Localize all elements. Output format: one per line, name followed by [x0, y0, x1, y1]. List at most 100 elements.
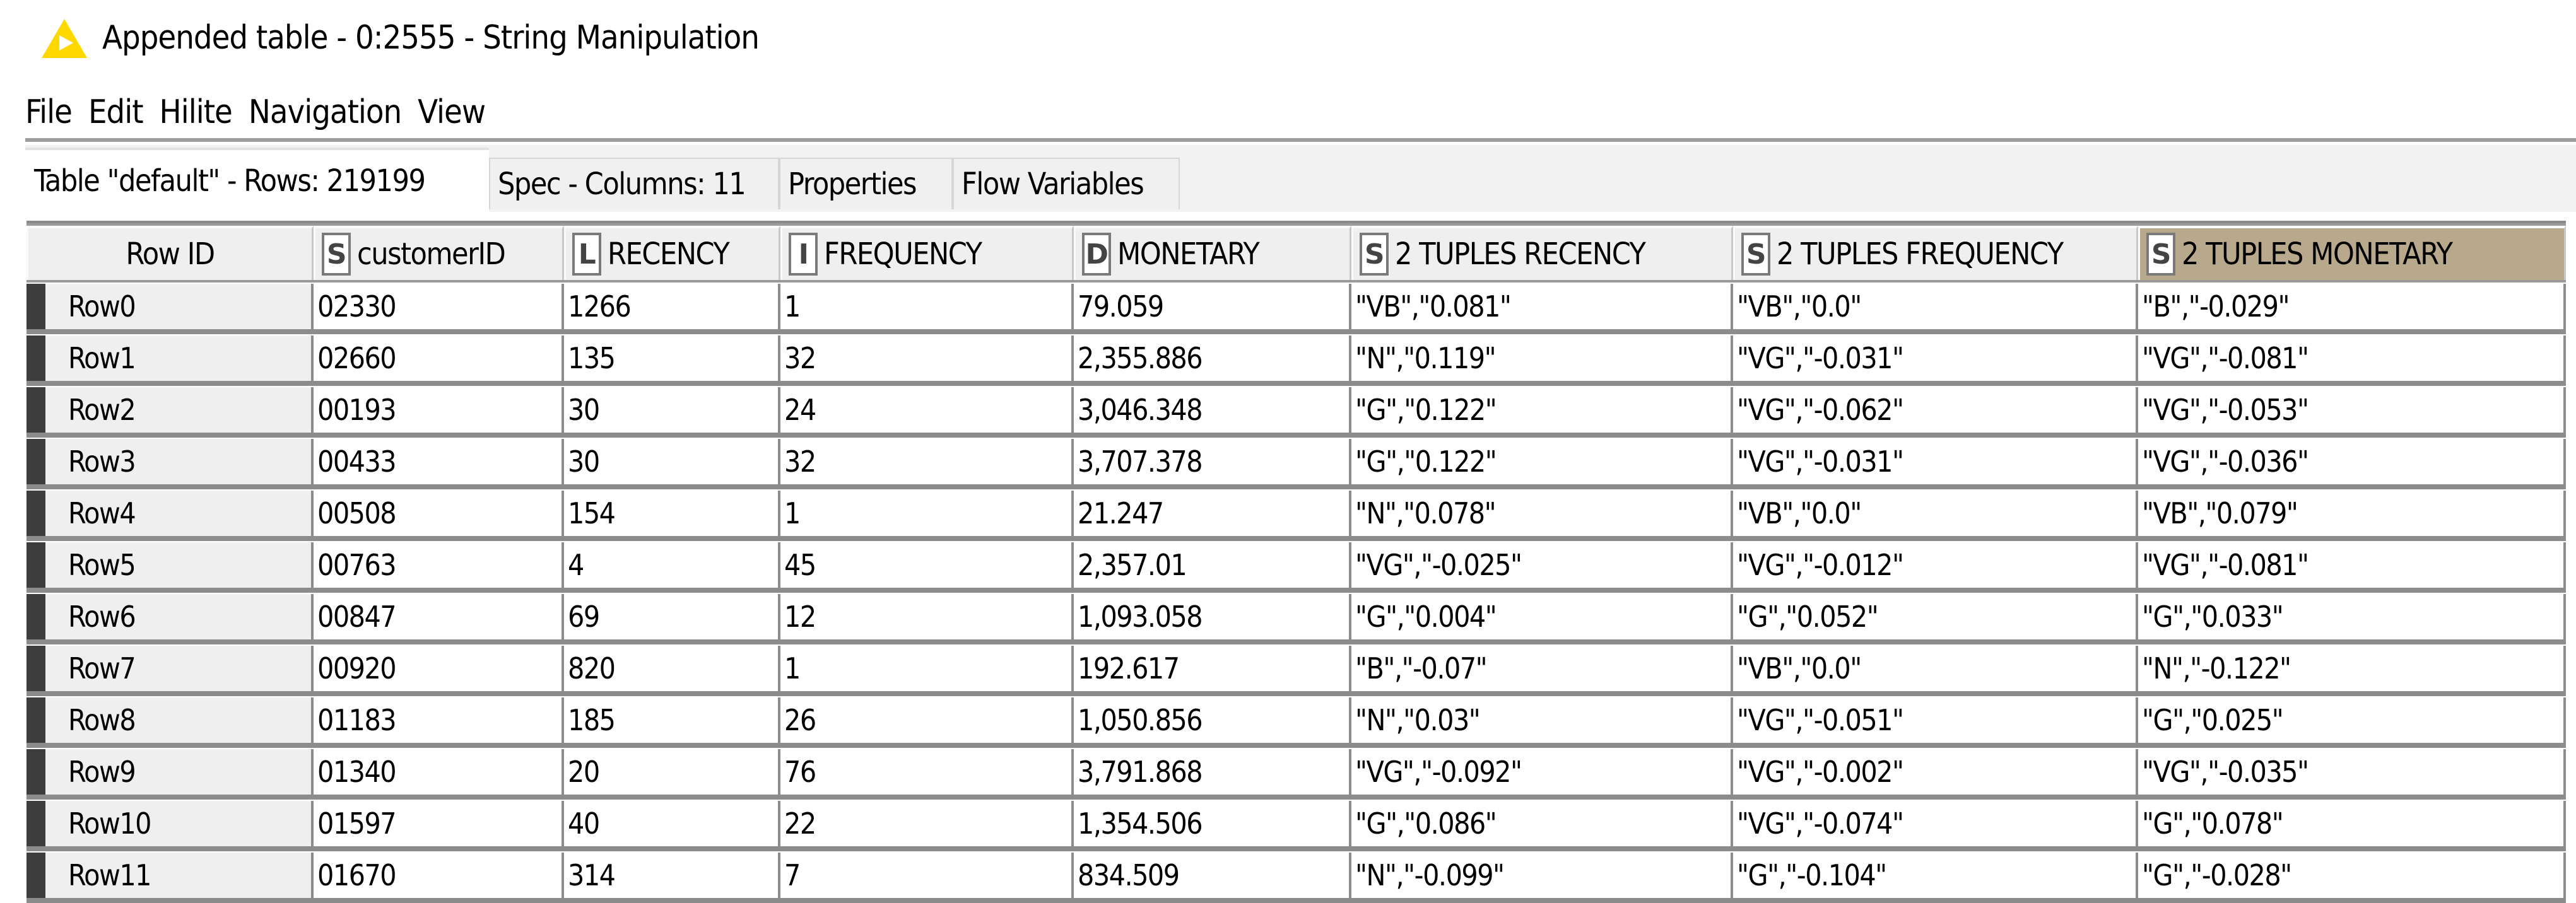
cell-recency[interactable]: 185	[564, 697, 780, 743]
row-id-cell[interactable]: Row7	[26, 646, 314, 691]
cell-customerid[interactable]: 01670	[314, 853, 564, 898]
cell-customerid[interactable]: 02660	[314, 335, 564, 381]
table-row[interactable]: Row1 02660 135 32 2,355.886 "N","0.119" "VG","…	[26, 335, 2566, 386]
cell-frequency[interactable]: 1	[780, 646, 1074, 691]
cell-monetary[interactable]: 192.617	[1074, 646, 1351, 691]
cell-monetary[interactable]: 2,357.01	[1074, 542, 1351, 588]
cell-frequency[interactable]: 22	[780, 801, 1074, 846]
row-id-cell[interactable]: Row6	[26, 594, 314, 639]
cell-recency[interactable]: 1266	[564, 284, 780, 329]
cell-2-tuples-monetary[interactable]: "VG","-0.053"	[2138, 387, 2566, 433]
cell-recency[interactable]: 820	[564, 646, 780, 691]
cell-2-tuples-recency[interactable]: "N","0.03"	[1351, 697, 1733, 743]
cell-2-tuples-recency[interactable]: "G","0.122"	[1351, 439, 1733, 484]
cell-customerid[interactable]: 00433	[314, 439, 564, 484]
column-header-frequency[interactable]: I FREQUENCY	[780, 226, 1074, 280]
cell-monetary[interactable]: 3,791.868	[1074, 749, 1351, 795]
column-header-row-id[interactable]: Row ID	[26, 226, 314, 280]
row-id-cell[interactable]: Row11	[26, 853, 314, 898]
column-header-2-tuples-recency[interactable]: S2 TUPLES RECENCY	[1351, 226, 1733, 280]
menu-hilite[interactable]: Hilite	[160, 93, 233, 134]
cell-recency[interactable]: 69	[564, 594, 780, 639]
cell-monetary[interactable]: 2,355.886	[1074, 335, 1351, 381]
cell-2-tuples-frequency[interactable]: "VG","-0.002"	[1733, 749, 2138, 795]
cell-recency[interactable]: 30	[564, 439, 780, 484]
table-row[interactable]: Row7 00920 820 1 192.617 "B","-0.07" "VB","0.0…	[26, 646, 2566, 696]
cell-2-tuples-recency[interactable]: "G","0.004"	[1351, 594, 1733, 639]
cell-customerid[interactable]: 01597	[314, 801, 564, 846]
column-header-monetary[interactable]: D MONETARY	[1074, 226, 1351, 280]
table-row[interactable]: Row4 00508 154 1 21.247 "N","0.078" "VB","0.0"…	[26, 491, 2566, 541]
table-row[interactable]: Row11 01670 314 7 834.509 "N","-0.099" "G","-0…	[26, 853, 2566, 903]
column-header-customerid[interactable]: ScustomerID	[314, 226, 564, 280]
menu-file[interactable]: File	[25, 93, 73, 134]
cell-customerid[interactable]: 02330	[314, 284, 564, 329]
menu-navigation[interactable]: Navigation	[249, 93, 402, 134]
table-row[interactable]: Row9 01340 20 76 3,791.868 "VG","-0.092" "VG",…	[26, 749, 2566, 800]
cell-customerid[interactable]: 01183	[314, 697, 564, 743]
cell-recency[interactable]: 314	[564, 853, 780, 898]
cell-2-tuples-monetary[interactable]: "VG","-0.036"	[2138, 439, 2566, 484]
cell-monetary[interactable]: 79.059	[1074, 284, 1351, 329]
cell-frequency[interactable]: 1	[780, 284, 1074, 329]
cell-2-tuples-frequency[interactable]: "VB","0.0"	[1733, 491, 2138, 536]
cell-monetary[interactable]: 1,354.506	[1074, 801, 1351, 846]
cell-2-tuples-frequency[interactable]: "VG","-0.031"	[1733, 439, 2138, 484]
cell-2-tuples-frequency[interactable]: "VG","-0.031"	[1733, 335, 2138, 381]
cell-2-tuples-recency[interactable]: "N","-0.099"	[1351, 853, 1733, 898]
cell-2-tuples-frequency[interactable]: "G","-0.104"	[1733, 853, 2138, 898]
cell-monetary[interactable]: 3,046.348	[1074, 387, 1351, 433]
cell-frequency[interactable]: 45	[780, 542, 1074, 588]
tab-table-default[interactable]: Table "default" - Rows: 219199	[25, 148, 489, 212]
cell-2-tuples-monetary[interactable]: "B","-0.029"	[2138, 284, 2566, 329]
cell-recency[interactable]: 30	[564, 387, 780, 433]
column-header-2-tuples-frequency[interactable]: S2 TUPLES FREQUENCY	[1733, 226, 2138, 280]
table-row[interactable]: Row2 00193 30 24 3,046.348 "G","0.122" "VG","-…	[26, 387, 2566, 438]
cell-frequency[interactable]: 7	[780, 853, 1074, 898]
cell-frequency[interactable]: 32	[780, 335, 1074, 381]
cell-2-tuples-frequency[interactable]: "VB","0.0"	[1733, 646, 2138, 691]
cell-frequency[interactable]: 26	[780, 697, 1074, 743]
cell-2-tuples-monetary[interactable]: "G","0.078"	[2138, 801, 2566, 846]
cell-monetary[interactable]: 3,707.378	[1074, 439, 1351, 484]
cell-customerid[interactable]: 01340	[314, 749, 564, 795]
cell-monetary[interactable]: 834.509	[1074, 853, 1351, 898]
cell-2-tuples-monetary[interactable]: "G","-0.028"	[2138, 853, 2566, 898]
cell-customerid[interactable]: 00763	[314, 542, 564, 588]
table-row[interactable]: Row5 00763 4 45 2,357.01 "VG","-0.025" "VG","-…	[26, 542, 2566, 593]
cell-2-tuples-recency[interactable]: "G","0.122"	[1351, 387, 1733, 433]
cell-2-tuples-frequency[interactable]: "VG","-0.074"	[1733, 801, 2138, 846]
cell-2-tuples-monetary[interactable]: "N","-0.122"	[2138, 646, 2566, 691]
cell-recency[interactable]: 40	[564, 801, 780, 846]
table-row[interactable]: Row6 00847 69 12 1,093.058 "G","0.004" "G","0.…	[26, 594, 2566, 644]
cell-2-tuples-recency[interactable]: "VG","-0.092"	[1351, 749, 1733, 795]
tab-flow-variables[interactable]: Flow Variables	[953, 158, 1180, 209]
cell-2-tuples-frequency[interactable]: "VG","-0.051"	[1733, 697, 2138, 743]
tab-properties[interactable]: Properties	[779, 158, 953, 209]
cell-customerid[interactable]: 00920	[314, 646, 564, 691]
cell-recency[interactable]: 20	[564, 749, 780, 795]
row-id-cell[interactable]: Row10	[26, 801, 314, 846]
cell-recency[interactable]: 154	[564, 491, 780, 536]
table-row[interactable]: Row3 00433 30 32 3,707.378 "G","0.122" "VG","-…	[26, 439, 2566, 489]
menu-view[interactable]: View	[418, 93, 486, 134]
row-id-cell[interactable]: Row0	[26, 284, 314, 329]
cell-2-tuples-recency[interactable]: "N","0.078"	[1351, 491, 1733, 536]
table-row[interactable]: Row0 02330 1266 1 79.059 "VB","0.081" "VB","0.…	[26, 284, 2566, 334]
cell-2-tuples-frequency[interactable]: "VG","-0.062"	[1733, 387, 2138, 433]
cell-monetary[interactable]: 21.247	[1074, 491, 1351, 536]
cell-2-tuples-monetary[interactable]: "G","0.033"	[2138, 594, 2566, 639]
cell-2-tuples-recency[interactable]: "VG","-0.025"	[1351, 542, 1733, 588]
row-id-cell[interactable]: Row9	[26, 749, 314, 795]
cell-customerid[interactable]: 00508	[314, 491, 564, 536]
row-id-cell[interactable]: Row5	[26, 542, 314, 588]
cell-2-tuples-recency[interactable]: "B","-0.07"	[1351, 646, 1733, 691]
cell-customerid[interactable]: 00847	[314, 594, 564, 639]
cell-frequency[interactable]: 24	[780, 387, 1074, 433]
row-id-cell[interactable]: Row3	[26, 439, 314, 484]
cell-customerid[interactable]: 00193	[314, 387, 564, 433]
cell-2-tuples-monetary[interactable]: "G","0.025"	[2138, 697, 2566, 743]
cell-2-tuples-monetary[interactable]: "VG","-0.081"	[2138, 542, 2566, 588]
table-row[interactable]: Row10 01597 40 22 1,354.506 "G","0.086" "VG","…	[26, 801, 2566, 851]
cell-monetary[interactable]: 1,050.856	[1074, 697, 1351, 743]
